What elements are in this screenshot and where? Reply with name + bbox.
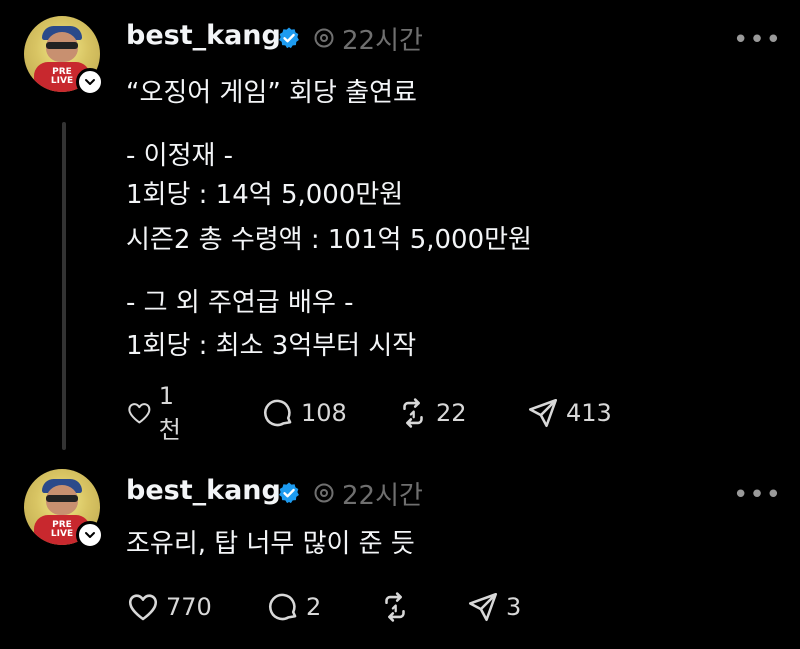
post-time: 22시간 — [342, 26, 423, 56]
repost-icon — [385, 592, 405, 622]
repost-button[interactable] — [378, 587, 418, 627]
chevron-down-icon — [85, 532, 95, 538]
chevron-down-icon — [85, 79, 95, 85]
heart-icon — [128, 403, 151, 424]
share-button[interactable]: 3 — [466, 587, 521, 627]
reply-icon — [264, 399, 292, 427]
post-text-line: - 그 외 주연급 배우 - — [126, 288, 354, 318]
post-text-title: “오징어 게임” 회당 출연료 — [126, 78, 417, 108]
post-text-line: 1회당 : 14억 5,000만원 — [126, 180, 404, 210]
share-icon — [468, 592, 498, 622]
thread-line — [62, 122, 66, 450]
repost-icon — [403, 398, 423, 428]
like-button[interactable]: 1천 — [126, 382, 188, 444]
reply-button[interactable]: 108 — [261, 393, 347, 433]
threads-icon — [314, 28, 334, 48]
reply-button[interactable]: 2 — [266, 587, 321, 627]
heart-icon — [128, 594, 158, 621]
username[interactable]: best_kang — [126, 475, 281, 506]
verified-icon — [279, 482, 299, 504]
post-time: 22시간 — [342, 481, 423, 511]
post-text-line: 조유리, 탑 너무 많이 준 듯 — [126, 529, 415, 559]
repost-button[interactable]: 22 — [396, 393, 467, 433]
repost-count: 22 — [436, 399, 467, 427]
more-icon[interactable]: ••• — [733, 25, 782, 55]
verified-icon — [279, 27, 299, 49]
avatar[interactable]: PRE LIVE — [24, 16, 104, 96]
post-text-line: 1회당 : 최소 3억부터 시작 — [126, 331, 417, 361]
like-button[interactable]: 770 — [126, 587, 212, 627]
share-button[interactable]: 413 — [526, 393, 612, 433]
avatar[interactable]: PRE LIVE — [24, 469, 104, 549]
username[interactable]: best_kang — [126, 20, 281, 51]
share-count: 3 — [506, 593, 522, 621]
like-count: 770 — [166, 593, 212, 621]
share-icon — [528, 398, 558, 428]
more-icon[interactable]: ••• — [733, 480, 782, 510]
follow-badge[interactable] — [76, 68, 104, 96]
reply-count: 2 — [306, 593, 322, 621]
reply-count: 108 — [301, 399, 347, 427]
threads-icon — [314, 483, 334, 503]
post-text-line: 시즌2 총 수령액 : 101억 5,000만원 — [126, 225, 532, 255]
share-count: 413 — [566, 399, 612, 427]
reply-icon — [269, 593, 297, 621]
post-text-line: - 이정재 - — [126, 141, 234, 171]
follow-badge[interactable] — [76, 521, 104, 549]
like-count: 1천 — [158, 381, 181, 444]
